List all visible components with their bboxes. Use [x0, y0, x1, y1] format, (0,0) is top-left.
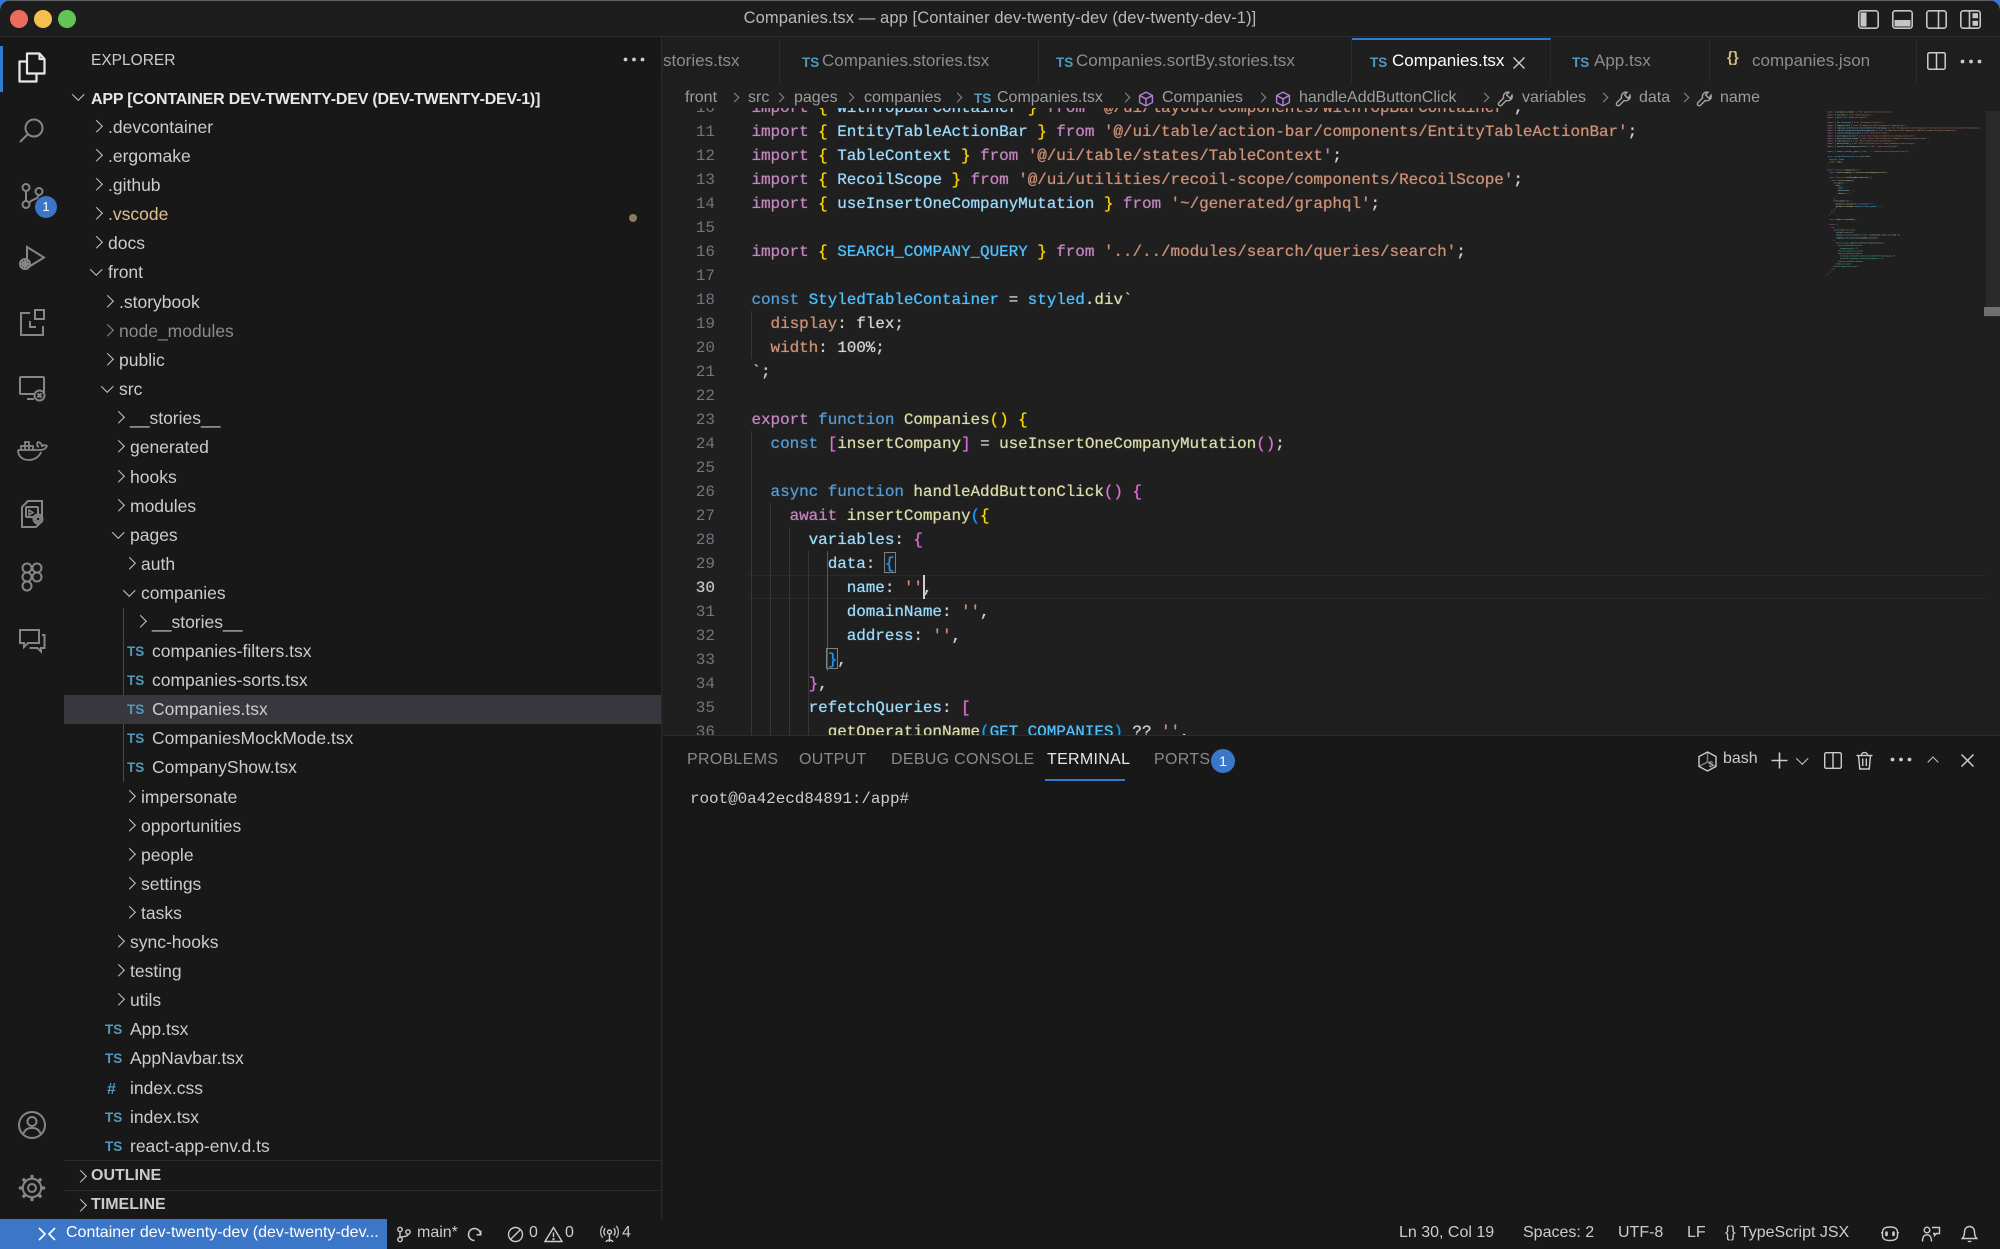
svg-text:$: $	[1709, 761, 1714, 770]
